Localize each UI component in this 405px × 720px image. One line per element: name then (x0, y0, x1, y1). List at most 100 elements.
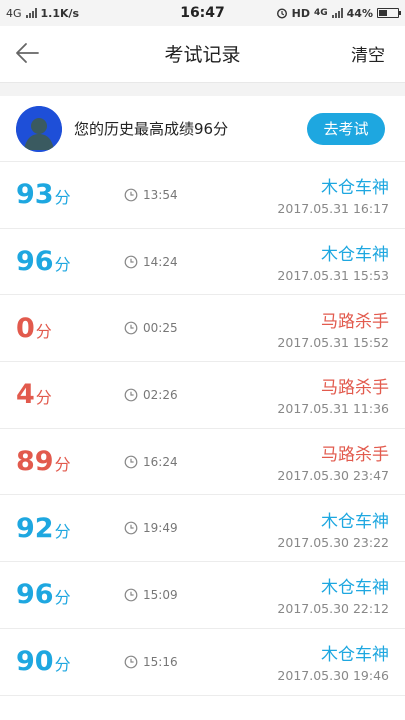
clock-icon (124, 455, 138, 468)
duration-text: 15:09 (143, 587, 178, 602)
clear-button[interactable]: 清空 (331, 41, 405, 66)
clock-icon (124, 188, 138, 202)
record-duration: 15:09 (124, 588, 178, 602)
record-info: 木仓车神 2017.05.30 22:12 (277, 573, 389, 616)
record-row[interactable]: 0分 00:25 马路杀手 2017.05.31 15:52 (0, 295, 405, 363)
clock-icon (124, 655, 138, 669)
clock-icon (124, 321, 138, 335)
signal-icon (25, 8, 37, 18)
battery-icon (377, 8, 401, 18)
score-value: 93 (16, 179, 54, 211)
record-date: 2017.05.31 15:53 (277, 268, 389, 284)
duration-text: 02:26 (143, 387, 178, 402)
record-info: 木仓车神 2017.05.30 23:22 (277, 507, 389, 550)
user-avatar-icon (16, 105, 62, 152)
record-list: 93 分 13:54 木仓车神 2017.05.31 16:17 96 分 14:2… (0, 162, 405, 696)
record-title: 木仓车神 (321, 578, 389, 599)
record-info: 马路杀手 2017.05.31 11:36 (277, 373, 389, 416)
record-date: 2017.05.30 19:46 (277, 668, 389, 684)
best-score-panel: 您的历史最高成绩96分 去考试 (0, 96, 405, 162)
network-type-2: 4G (314, 8, 328, 18)
record-row[interactable]: 92 分 19:49 木仓车神 2017.05.30 23:22 (0, 495, 405, 563)
score-unit: 分 (35, 321, 52, 341)
score-value: 0 (16, 312, 35, 344)
record-info: 木仓车神 2017.05.31 15:53 (277, 240, 389, 283)
signal-icon-2 (331, 8, 343, 18)
score-unit: 分 (54, 655, 71, 675)
record-date: 2017.05.31 16:17 (277, 201, 389, 217)
record-duration: 15:16 (124, 655, 178, 669)
record-date: 2017.05.30 23:22 (277, 534, 389, 550)
record-info: 马路杀手 2017.05.30 23:47 (277, 440, 389, 483)
score-unit: 分 (54, 588, 71, 608)
take-exam-button[interactable]: 去考试 (307, 112, 385, 145)
record-row[interactable]: 96 分 15:09 木仓车神 2017.05.30 22:12 (0, 562, 405, 629)
alarm-icon (276, 8, 287, 19)
record-date: 2017.05.31 15:52 (277, 334, 389, 350)
duration-text: 00:25 (143, 321, 178, 336)
app-header: 考试记录 清空 (0, 26, 405, 80)
section-divider (0, 82, 405, 96)
score-value: 96 (16, 246, 54, 278)
record-score: 96 分 (16, 579, 124, 610)
status-bar: 4G 1.1K/s 16:47 HD 4G 44% (0, 0, 405, 26)
arrow-left-icon (16, 43, 39, 63)
score-unit: 分 (54, 188, 71, 208)
record-score: 92 分 (16, 513, 124, 544)
record-info: 木仓车神 2017.05.31 16:17 (277, 173, 389, 216)
record-duration: 16:24 (124, 455, 178, 469)
record-date: 2017.05.31 11:36 (277, 401, 389, 417)
duration-text: 13:54 (143, 187, 178, 202)
record-title: 木仓车神 (321, 645, 389, 666)
record-score: 89 分 (16, 446, 124, 477)
record-title: 木仓车神 (321, 245, 389, 266)
record-row[interactable]: 90 分 15:16 木仓车神 2017.05.30 19:46 (0, 629, 405, 696)
duration-text: 14:24 (143, 254, 178, 269)
duration-text: 15:16 (143, 654, 178, 669)
record-duration: 19:49 (124, 521, 178, 535)
back-button[interactable] (0, 26, 54, 80)
record-title: 马路杀手 (321, 378, 389, 399)
battery-percent: 44% (346, 6, 373, 20)
score-unit: 分 (54, 255, 71, 275)
record-row[interactable]: 96 分 14:24 木仓车神 2017.05.31 15:53 (0, 229, 405, 296)
record-title: 马路杀手 (321, 311, 389, 332)
score-unit: 分 (35, 388, 52, 408)
clock-icon (124, 521, 138, 535)
status-left: 4G 1.1K/s (6, 7, 79, 20)
score-unit: 分 (54, 455, 71, 475)
record-score: 96 分 (16, 246, 124, 277)
record-title: 木仓车神 (321, 511, 389, 532)
duration-text: 19:49 (143, 521, 178, 536)
record-info: 木仓车神 2017.05.30 19:46 (277, 640, 389, 683)
record-duration: 00:25 (124, 321, 178, 335)
record-date: 2017.05.30 22:12 (277, 601, 389, 617)
clock-icon (124, 388, 138, 402)
record-score: 0分 (16, 313, 124, 344)
score-unit: 分 (54, 521, 71, 541)
record-row[interactable]: 89 分 16:24 马路杀手 2017.05.30 23:47 (0, 429, 405, 496)
network-type: 4G (6, 6, 22, 20)
clock-icon (124, 588, 138, 602)
score-value: 92 (16, 512, 54, 544)
avatar (16, 105, 62, 152)
duration-text: 16:24 (143, 454, 178, 469)
record-score: 4分 (16, 379, 124, 410)
status-right: HD 4G 44% (276, 6, 401, 20)
record-score: 93 分 (16, 179, 124, 210)
record-info: 马路杀手 2017.05.31 15:52 (277, 307, 389, 350)
record-date: 2017.05.30 23:47 (277, 468, 389, 484)
record-row[interactable]: 4分 02:26 马路杀手 2017.05.31 11:36 (0, 362, 405, 429)
record-duration: 14:24 (124, 255, 178, 269)
record-duration: 02:26 (124, 388, 178, 402)
score-value: 89 (16, 446, 54, 478)
clock-icon (124, 255, 138, 268)
record-row[interactable]: 93 分 13:54 木仓车神 2017.05.31 16:17 (0, 162, 405, 229)
hd-label: HD (291, 6, 310, 20)
record-score: 90 分 (16, 646, 124, 677)
best-score-text: 您的历史最高成绩96分 (74, 120, 229, 138)
net-speed: 1.1K/s (40, 6, 80, 20)
score-value: 4 (16, 379, 35, 411)
score-value: 96 (16, 579, 54, 611)
record-duration: 13:54 (124, 188, 178, 202)
